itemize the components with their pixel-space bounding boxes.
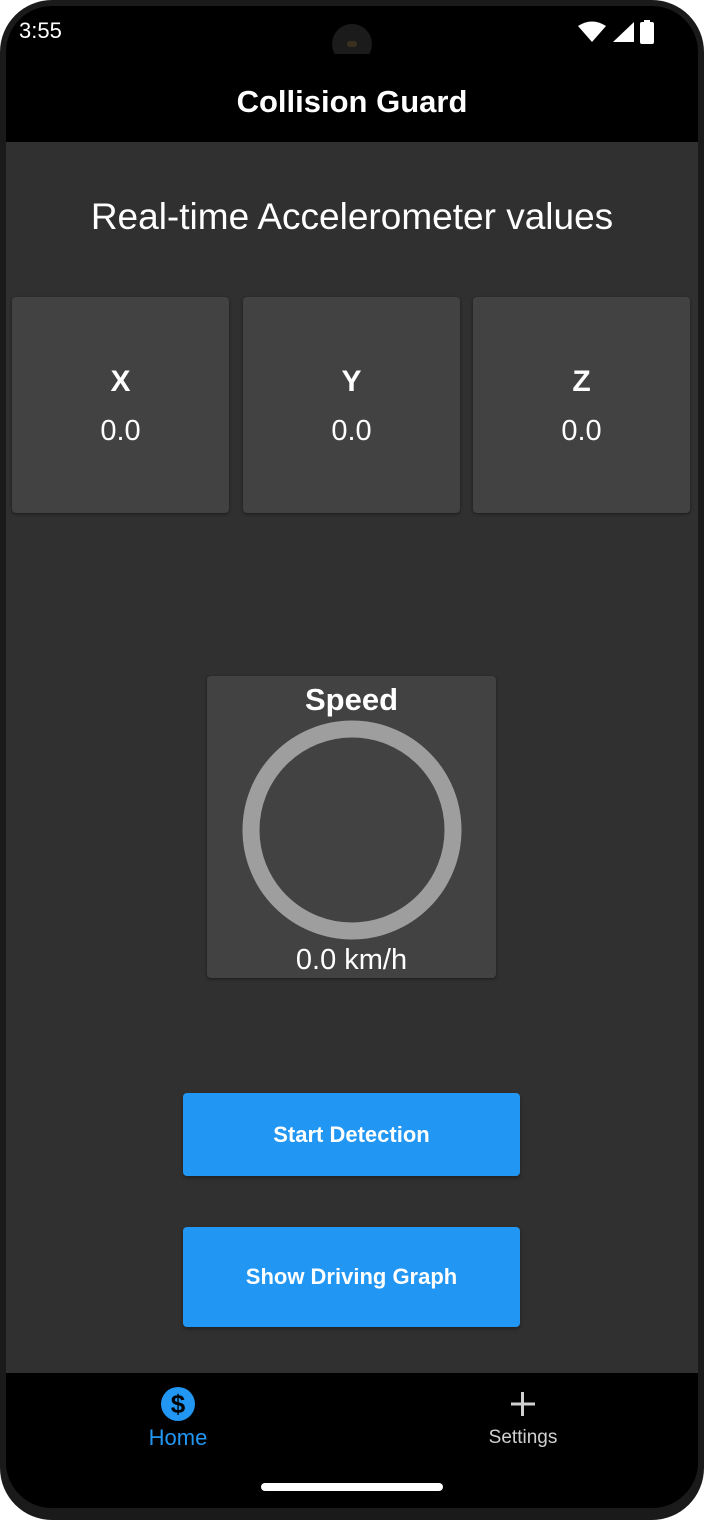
wifi-icon xyxy=(578,21,606,42)
axis-label: Z xyxy=(572,365,591,398)
section-title: Real-time Accelerometer values xyxy=(90,196,614,237)
screen: 3:55 Collision Guard Real-time Accelerom… xyxy=(6,6,698,1508)
speed-value: 0.0 km/h xyxy=(295,944,408,976)
axis-card-z: Z 0.0 xyxy=(473,297,690,513)
cell-signal-icon xyxy=(613,22,634,42)
axis-card-y: Y 0.0 xyxy=(243,297,460,513)
app-bar: Collision Guard xyxy=(6,54,698,142)
nav-item-home[interactable]: $ Home xyxy=(78,1387,278,1457)
app-title: Collision Guard xyxy=(236,84,468,119)
axis-label: X xyxy=(110,365,131,398)
start-detection-button[interactable]: Start Detection xyxy=(183,1093,520,1176)
show-driving-graph-button[interactable]: Show Driving Graph xyxy=(183,1227,520,1327)
axis-card-x: X 0.0 xyxy=(12,297,229,513)
status-bar: 3:55 xyxy=(6,6,698,64)
battery-icon xyxy=(640,20,654,44)
nav-label-home: Home xyxy=(148,1425,208,1450)
plus-icon xyxy=(511,1392,535,1416)
device-frame: 3:55 Collision Guard Real-time Accelerom… xyxy=(0,0,704,1520)
speed-gauge xyxy=(242,720,462,940)
axis-label: Y xyxy=(341,365,362,398)
speed-card: Speed 0.0 km/h xyxy=(207,676,496,978)
axis-value: 0.0 xyxy=(331,415,372,447)
home-indicator[interactable] xyxy=(261,1483,443,1491)
dollar-circle-icon: $ xyxy=(161,1387,195,1421)
speed-gauge-track xyxy=(242,720,462,940)
axis-value: 0.0 xyxy=(561,415,602,447)
status-time: 3:55 xyxy=(19,18,62,43)
axis-value: 0.0 xyxy=(100,415,141,447)
speed-title: Speed xyxy=(304,682,399,717)
nav-item-settings[interactable]: Settings xyxy=(423,1387,623,1457)
nav-label-settings: Settings xyxy=(488,1427,558,1448)
status-icons xyxy=(578,20,654,44)
svg-text:$: $ xyxy=(171,1389,186,1419)
main-content: Real-time Accelerometer values X 0.0 Y 0… xyxy=(6,142,698,1373)
